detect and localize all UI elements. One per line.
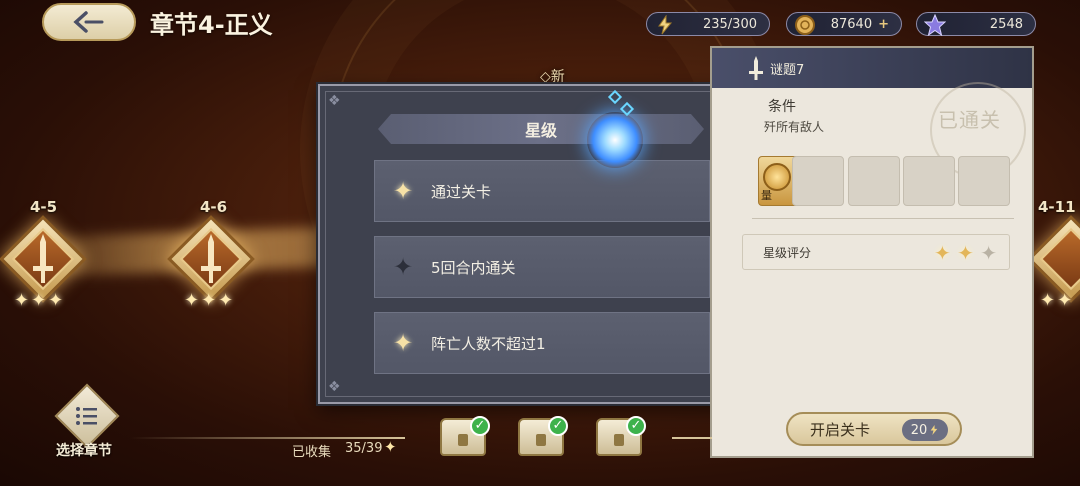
progress-line <box>672 437 712 439</box>
star-lit-icon: ✦ <box>933 241 951 265</box>
star-condition-text: 5回合内通关 <box>431 258 516 277</box>
sword-icon <box>201 234 221 283</box>
crystal-value: 2548 <box>989 16 1023 32</box>
corner-ornament: ❖ <box>328 379 341 395</box>
stage-stars-4-6: ✦✦✦ <box>184 290 236 311</box>
cost-value: 20 <box>910 422 928 438</box>
crystal-icon <box>923 13 947 37</box>
star-lit-icon: ✦ <box>392 329 414 357</box>
stamina-icon <box>653 13 677 37</box>
condition-text: 歼所有敌人 <box>764 120 825 134</box>
sword-icon <box>33 234 53 283</box>
claimed-check-icon: ✓ <box>470 416 490 436</box>
star-condition-text: 通过关卡 <box>431 182 492 201</box>
star-rating-row[interactable]: 星级评分 ✦ ✦ ✦ <box>742 234 1010 270</box>
star-icon: ✦ <box>384 438 397 456</box>
modal-title: 星级 <box>378 114 704 144</box>
star-lit-icon: ✦ <box>392 177 414 205</box>
reward-slot[interactable] <box>848 156 900 206</box>
stage-stars-4-5: ✦✦✦ <box>14 290 66 311</box>
reward-slot[interactable] <box>958 156 1010 206</box>
claimed-check-icon: ✓ <box>626 416 646 436</box>
new-tag: ◇新 <box>540 69 565 85</box>
star-condition-text: 阵亡人数不超过1 <box>431 334 546 353</box>
stamina-cost: 20 <box>902 419 948 441</box>
stamina-value: 235/300 <box>702 16 757 32</box>
collected-label: 已收集 <box>292 445 332 460</box>
star-dim-icon: ✦ <box>980 241 997 265</box>
back-arrow-icon <box>73 11 104 33</box>
stamina-pill[interactable]: 235/300 <box>646 12 770 36</box>
sword-icon <box>749 56 763 80</box>
condition-title: 条件 <box>768 99 796 115</box>
stage-label-4-11: 4-11 <box>1038 198 1076 216</box>
star-rating-modal: ❖ ❖ ❖ ❖ 星级 ✦ 通过关卡 ✦ 5回合内通关 ✦ 阵亡人数不超过1 <box>318 84 764 404</box>
reward-slot[interactable] <box>792 156 844 206</box>
collected-count: 35/39 <box>345 441 383 456</box>
coin-pill[interactable]: 87640 + <box>786 12 902 36</box>
star-dim-icon: ✦ <box>392 253 414 281</box>
stage-detail-panel: 谜题7 已通关 条件 歼所有敌人 量 星级评分 ✦ ✦ ✦ 开启关卡 20 <box>710 46 1034 458</box>
star-condition-row: ✦ 5回合内通关 <box>374 236 710 298</box>
stage-stars-4-11: ✦✦ <box>1040 290 1075 311</box>
back-button[interactable] <box>42 3 136 41</box>
stamina-icon <box>930 425 938 435</box>
divider <box>752 218 1014 219</box>
glowing-orb <box>587 112 643 168</box>
list-icon <box>76 407 97 425</box>
rating-stars: ✦ ✦ ✦ <box>934 241 997 265</box>
start-button-label: 开启关卡 <box>810 420 871 439</box>
stage-label-4-5: 4-5 <box>30 198 58 216</box>
coin-value: 87640 <box>830 16 873 32</box>
star-condition-row: ✦ 阵亡人数不超过1 <box>374 312 710 374</box>
stage-label-4-6: 4-6 <box>200 198 228 216</box>
cleared-stamp: 已通关 <box>938 108 1001 132</box>
chapter-map: ◇新 章节4-正义 235/300 87640 + 2548 4-5 ✦✦✦ 4… <box>0 0 1080 486</box>
panel-title: 谜题7 <box>770 62 805 78</box>
rating-label: 星级评分 <box>763 245 812 260</box>
choose-chapter-label: 选择章节 <box>56 443 112 459</box>
coin-icon <box>793 13 817 37</box>
page-title: 章节4-正义 <box>150 11 273 39</box>
add-coin-icon[interactable]: + <box>878 17 889 32</box>
reward-slot[interactable] <box>903 156 955 206</box>
corner-ornament: ❖ <box>328 93 341 109</box>
star-lit-icon: ✦ <box>957 241 974 265</box>
start-stage-button[interactable]: 开启关卡 20 <box>786 412 962 446</box>
crystal-pill[interactable]: 2548 <box>916 12 1036 36</box>
star-condition-row: ✦ 通过关卡 <box>374 160 710 222</box>
claimed-check-icon: ✓ <box>548 416 568 436</box>
progress-line <box>130 437 405 439</box>
reward-label: 量 <box>761 189 772 202</box>
